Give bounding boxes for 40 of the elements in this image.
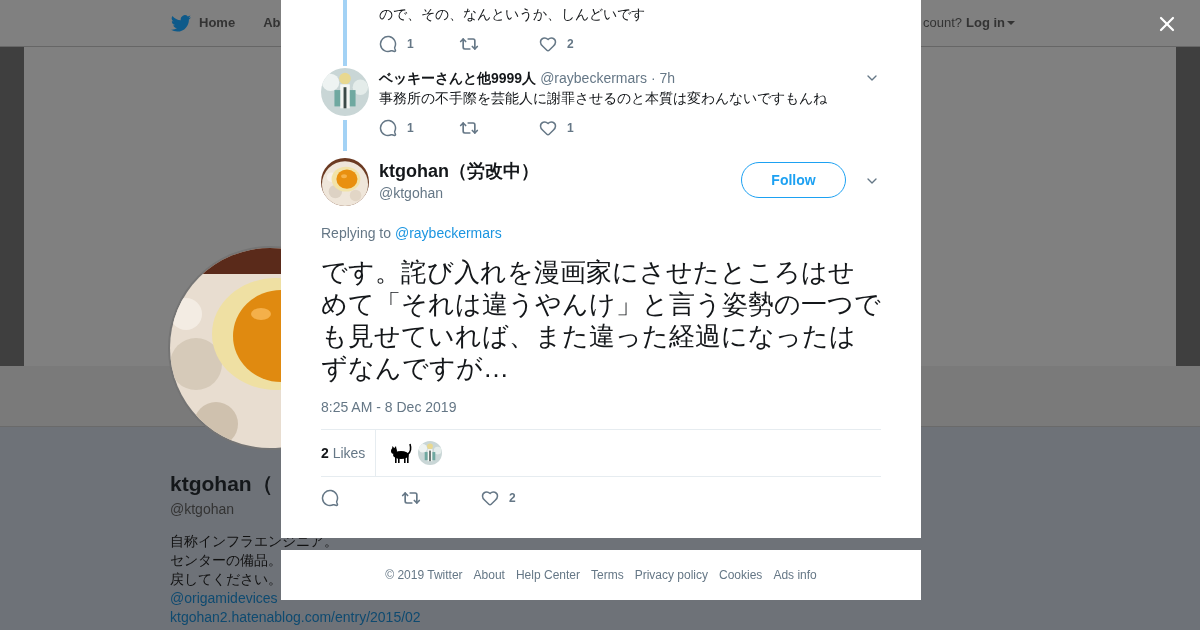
user-handle[interactable]: @raybeckermars [540, 67, 647, 89]
footer-link[interactable]: © 2019 Twitter [385, 566, 463, 584]
like-count: 1 [567, 120, 574, 137]
tweet-text: ので、その、なんというか、しんどいです [379, 5, 646, 24]
profile-name: ktgohan（ [170, 471, 274, 497]
caret-icon [1007, 21, 1015, 25]
footer-link[interactable]: About [473, 566, 505, 584]
like-icon[interactable] [539, 35, 557, 53]
like-icon[interactable] [539, 119, 557, 137]
reply-icon[interactable] [379, 119, 397, 137]
login-link[interactable]: Log in [966, 13, 1015, 33]
account-prompt: count? [922, 14, 962, 33]
nav-link[interactable]: Home [171, 13, 236, 33]
bio-text: センターの備品。 [170, 551, 282, 570]
author-handle[interactable]: @ktgohan [379, 183, 539, 203]
tweet-text: 事務所の不手際を芸能人に謝罪させるのと本質は変わんないですもんね [379, 89, 828, 108]
footer-link[interactable]: Privacy policy [634, 566, 708, 584]
like-count: 2 [509, 490, 516, 507]
bird-logo-icon [171, 14, 191, 32]
like-count: 2 [567, 36, 574, 53]
footer-link[interactable]: Terms [591, 566, 624, 584]
reply-icon[interactable] [379, 35, 397, 53]
footer-link[interactable]: Ads info [773, 566, 817, 584]
nav-link[interactable]: Ab [263, 13, 281, 33]
user-name[interactable]: ベッキーさんと他9999人 [379, 67, 537, 89]
reply-count: 1 [407, 120, 414, 137]
footer-link[interactable]: Help Center [515, 566, 580, 584]
reply-icon[interactable] [321, 489, 339, 507]
tweet-text: です。詫び入れを漫画家にさせたところはせめて「それは違うやんけ」と言う姿勢の一つでも見せていれば、また違った経過になったはずなんですが… [321, 256, 881, 384]
reply-count: 1 [407, 36, 414, 53]
bio-text: 戻してください。 [170, 570, 282, 589]
footer-link[interactable]: Cookies [719, 566, 763, 584]
author-name[interactable]: ktgohan（労改中） [379, 159, 539, 183]
replying-to-label: Replying to [321, 225, 393, 241]
tweet-time[interactable]: · 7h [650, 67, 676, 89]
likes-stat[interactable]: 2 Likes [321, 430, 377, 476]
tweet-timestamp: 8:25 AM - 8 Dec 2019 [321, 398, 458, 416]
replying-to-link[interactable]: @raybeckermars [394, 225, 502, 241]
like-icon[interactable] [481, 489, 499, 507]
profile-handle: @ktgohan [170, 500, 236, 519]
